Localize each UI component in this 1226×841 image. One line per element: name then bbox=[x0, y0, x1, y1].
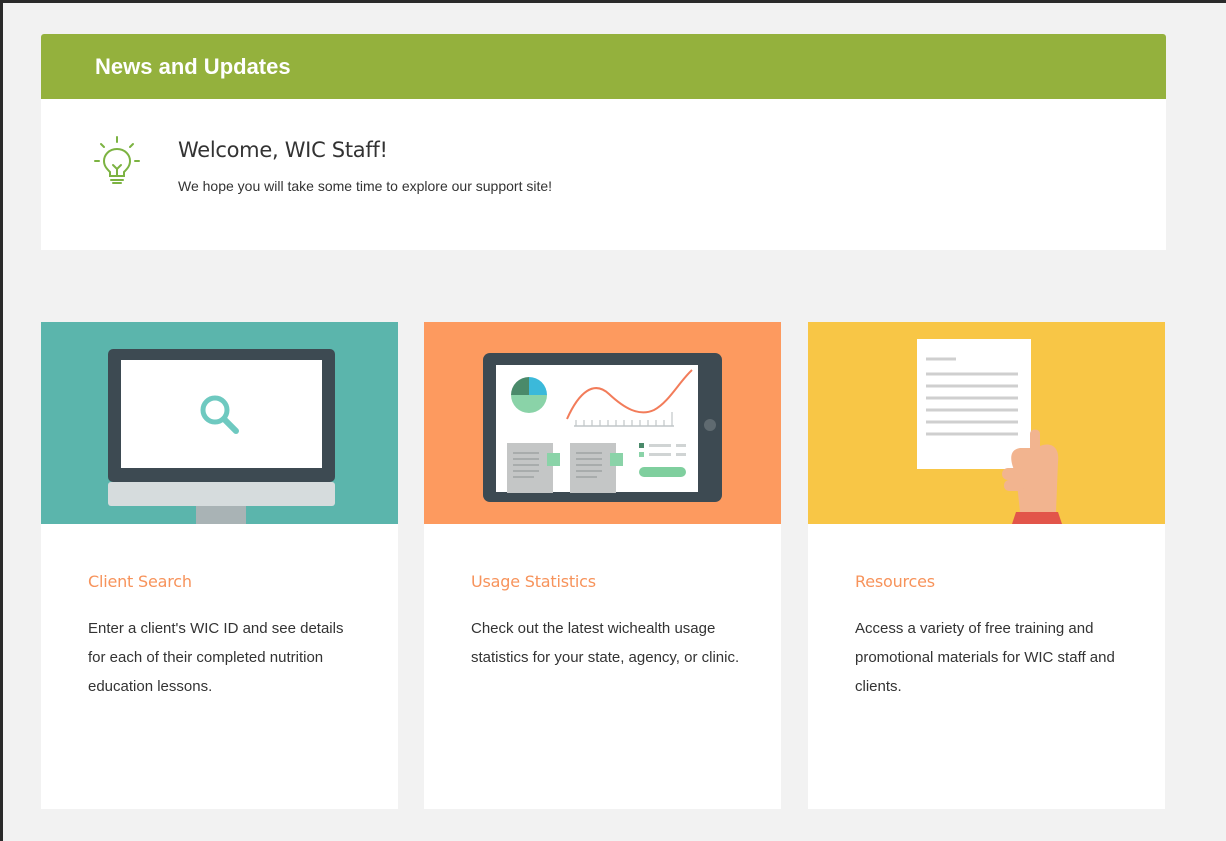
card-client-search[interactable]: Client Search Enter a client's WIC ID an… bbox=[41, 322, 398, 809]
card-title[interactable]: Client Search bbox=[88, 572, 192, 591]
card-description: Enter a client's WIC ID and see details … bbox=[88, 620, 344, 695]
card-title[interactable]: Resources bbox=[855, 572, 935, 591]
news-header: News and Updates bbox=[41, 34, 1166, 99]
card-description: Check out the latest wichealth usage sta… bbox=[471, 620, 740, 666]
welcome-title: Welcome, WIC Staff! bbox=[178, 138, 388, 162]
card-usage-statistics[interactable]: Usage Statistics Check out the latest wi… bbox=[424, 322, 781, 809]
welcome-text: We hope you will take some time to explo… bbox=[178, 178, 553, 194]
card-resources[interactable]: Resources Access a variety of free train… bbox=[808, 322, 1165, 809]
news-title: News and Updates bbox=[95, 53, 291, 79]
monitor-search-illustration bbox=[41, 322, 398, 524]
tablet-statistics-illustration bbox=[424, 322, 781, 524]
card-title[interactable]: Usage Statistics bbox=[471, 572, 596, 591]
card-description: Access a variety of free training and pr… bbox=[855, 620, 1115, 695]
document-hand-illustration bbox=[808, 322, 1165, 524]
lightbulb-icon bbox=[93, 134, 141, 184]
page: News and Updates Welcome, WIC Staff! We … bbox=[3, 3, 1226, 841]
news-panel: News and Updates Welcome, WIC Staff! We … bbox=[41, 34, 1166, 250]
